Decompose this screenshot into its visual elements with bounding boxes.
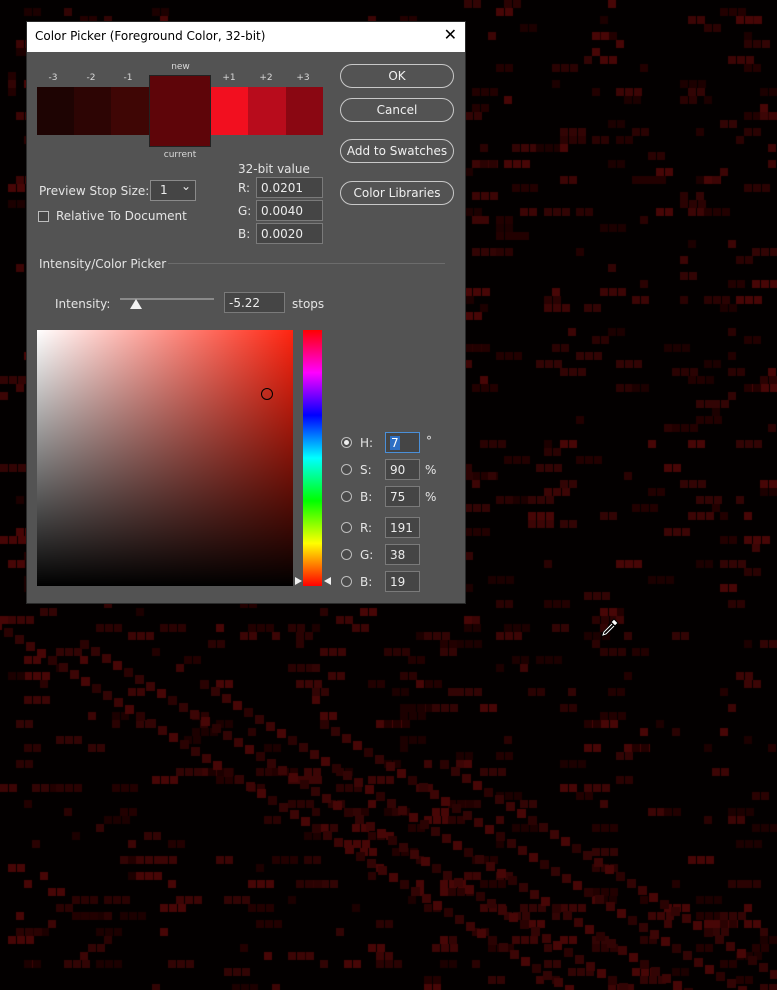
h-unit: ° <box>426 434 432 448</box>
stop-label-plus-2: +2 <box>259 73 273 83</box>
stop-label-plus-3: +3 <box>296 73 310 83</box>
intensity-input[interactable]: -5.22 <box>224 292 285 313</box>
new-label: new <box>171 62 190 72</box>
g-radio[interactable] <box>341 549 352 560</box>
swatch-minus-3[interactable] <box>37 87 74 135</box>
dialog-title-bar: Color Picker (Foreground Color, 32-bit) … <box>27 22 465 52</box>
preview-stop-size-select[interactable]: 1 ⌄ <box>150 179 196 201</box>
b-label: B: <box>360 490 373 504</box>
relative-to-document-label: Relative To Document <box>56 209 187 223</box>
preview-stop-size-label: Preview Stop Size: <box>39 184 150 198</box>
intensity-unit: stops <box>292 297 325 311</box>
stop-label-minus-2: -2 <box>86 73 96 83</box>
swatch-current[interactable] <box>149 111 211 147</box>
color-libraries-button[interactable]: Color Libraries <box>340 181 454 205</box>
stop-label-minus-3: -3 <box>48 73 58 83</box>
color-field[interactable] <box>37 330 293 586</box>
relative-to-document-checkbox[interactable] <box>38 211 49 222</box>
preview-stop-size-value: 1 <box>160 183 168 197</box>
swatch-plus-3[interactable] <box>286 87 323 135</box>
hue-slider-right-arrow-icon[interactable] <box>324 577 331 586</box>
h-radio[interactable] <box>341 437 352 448</box>
g-label: G: <box>360 548 374 562</box>
dialog-title: Color Picker (Foreground Color, 32-bit) <box>35 29 266 43</box>
intensity-label: Intensity: <box>55 297 111 311</box>
add-to-swatches-button[interactable]: Add to Swatches <box>340 139 454 163</box>
h-input-value: 7 <box>390 436 400 450</box>
r-input[interactable]: 191 <box>385 517 420 538</box>
close-icon[interactable]: ✕ <box>444 27 457 43</box>
bit32-r-input[interactable]: 0.0201 <box>256 177 323 198</box>
blue-label: B: <box>360 575 373 589</box>
intensity-section-title: Intensity/Color Picker <box>39 257 167 271</box>
chevron-down-icon: ⌄ <box>180 179 191 193</box>
swatch-plus-1[interactable] <box>211 87 248 135</box>
b-input[interactable]: 75 <box>385 486 420 507</box>
blue-input[interactable]: 19 <box>385 571 420 592</box>
b-unit: % <box>425 490 437 504</box>
s-unit: % <box>425 463 437 477</box>
s-label: S: <box>360 463 372 477</box>
hue-slider[interactable] <box>303 330 322 586</box>
r-radio[interactable] <box>341 522 352 533</box>
bit32-r-label: R: <box>238 181 251 195</box>
ok-button[interactable]: OK <box>340 64 454 88</box>
bit32-g-label: G: <box>238 204 252 218</box>
g-input[interactable]: 38 <box>385 544 420 565</box>
r-label: R: <box>360 521 373 535</box>
s-input[interactable]: 90 <box>385 459 420 480</box>
swatch-minus-1[interactable] <box>111 87 149 135</box>
color-picker-dialog: Color Picker (Foreground Color, 32-bit) … <box>27 22 465 603</box>
s-radio[interactable] <box>341 464 352 475</box>
swatch-new <box>149 75 211 111</box>
bit32-b-label: B: <box>238 227 251 241</box>
swatch-plus-2[interactable] <box>248 87 286 135</box>
bit32-g-input[interactable]: 0.0040 <box>256 200 323 221</box>
cancel-button[interactable]: Cancel <box>340 98 454 122</box>
intensity-slider-thumb[interactable] <box>129 299 142 309</box>
swatch-minus-2[interactable] <box>74 87 111 135</box>
bit32-b-input[interactable]: 0.0020 <box>256 223 323 244</box>
current-label: current <box>163 150 197 160</box>
blue-radio[interactable] <box>341 576 352 587</box>
color-field-cursor[interactable] <box>261 388 274 400</box>
stop-label-minus-1: -1 <box>123 73 133 83</box>
bit32-value-title: 32-bit value <box>238 162 310 176</box>
eyedropper-cursor-icon <box>601 618 619 637</box>
hue-slider-left-arrow-icon[interactable] <box>295 577 302 586</box>
h-label: H: <box>360 436 374 450</box>
stop-label-plus-1: +1 <box>222 73 236 83</box>
section-divider <box>168 263 445 264</box>
h-input[interactable]: 7 <box>385 432 420 453</box>
b-radio[interactable] <box>341 491 352 502</box>
